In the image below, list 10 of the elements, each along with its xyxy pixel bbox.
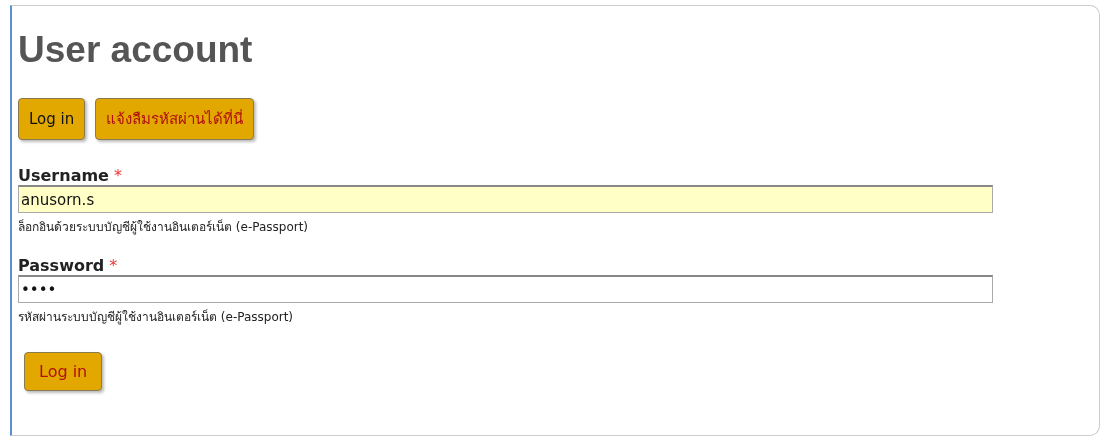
required-mark: * — [109, 256, 118, 275]
field-description: ล็อกอินด้วยระบบบัญชีผู้ใช้งานอินเตอร์เน็ต (e-Passport) — [18, 218, 310, 236]
page-title: User account — [18, 30, 254, 70]
field-label: Password — [18, 256, 105, 275]
input-field[interactable]: •••• — [18, 275, 993, 303]
tab[interactable]: Log in — [18, 98, 86, 140]
field-description: รหัสผ่านระบบบัญชีผู้ใช้งานอินเตอร์เน็ต (e-Passport) — [18, 308, 295, 326]
required-mark: * — [113, 166, 122, 185]
field-label: Username — [18, 166, 109, 185]
input-field[interactable]: anusorn.s — [18, 185, 993, 213]
